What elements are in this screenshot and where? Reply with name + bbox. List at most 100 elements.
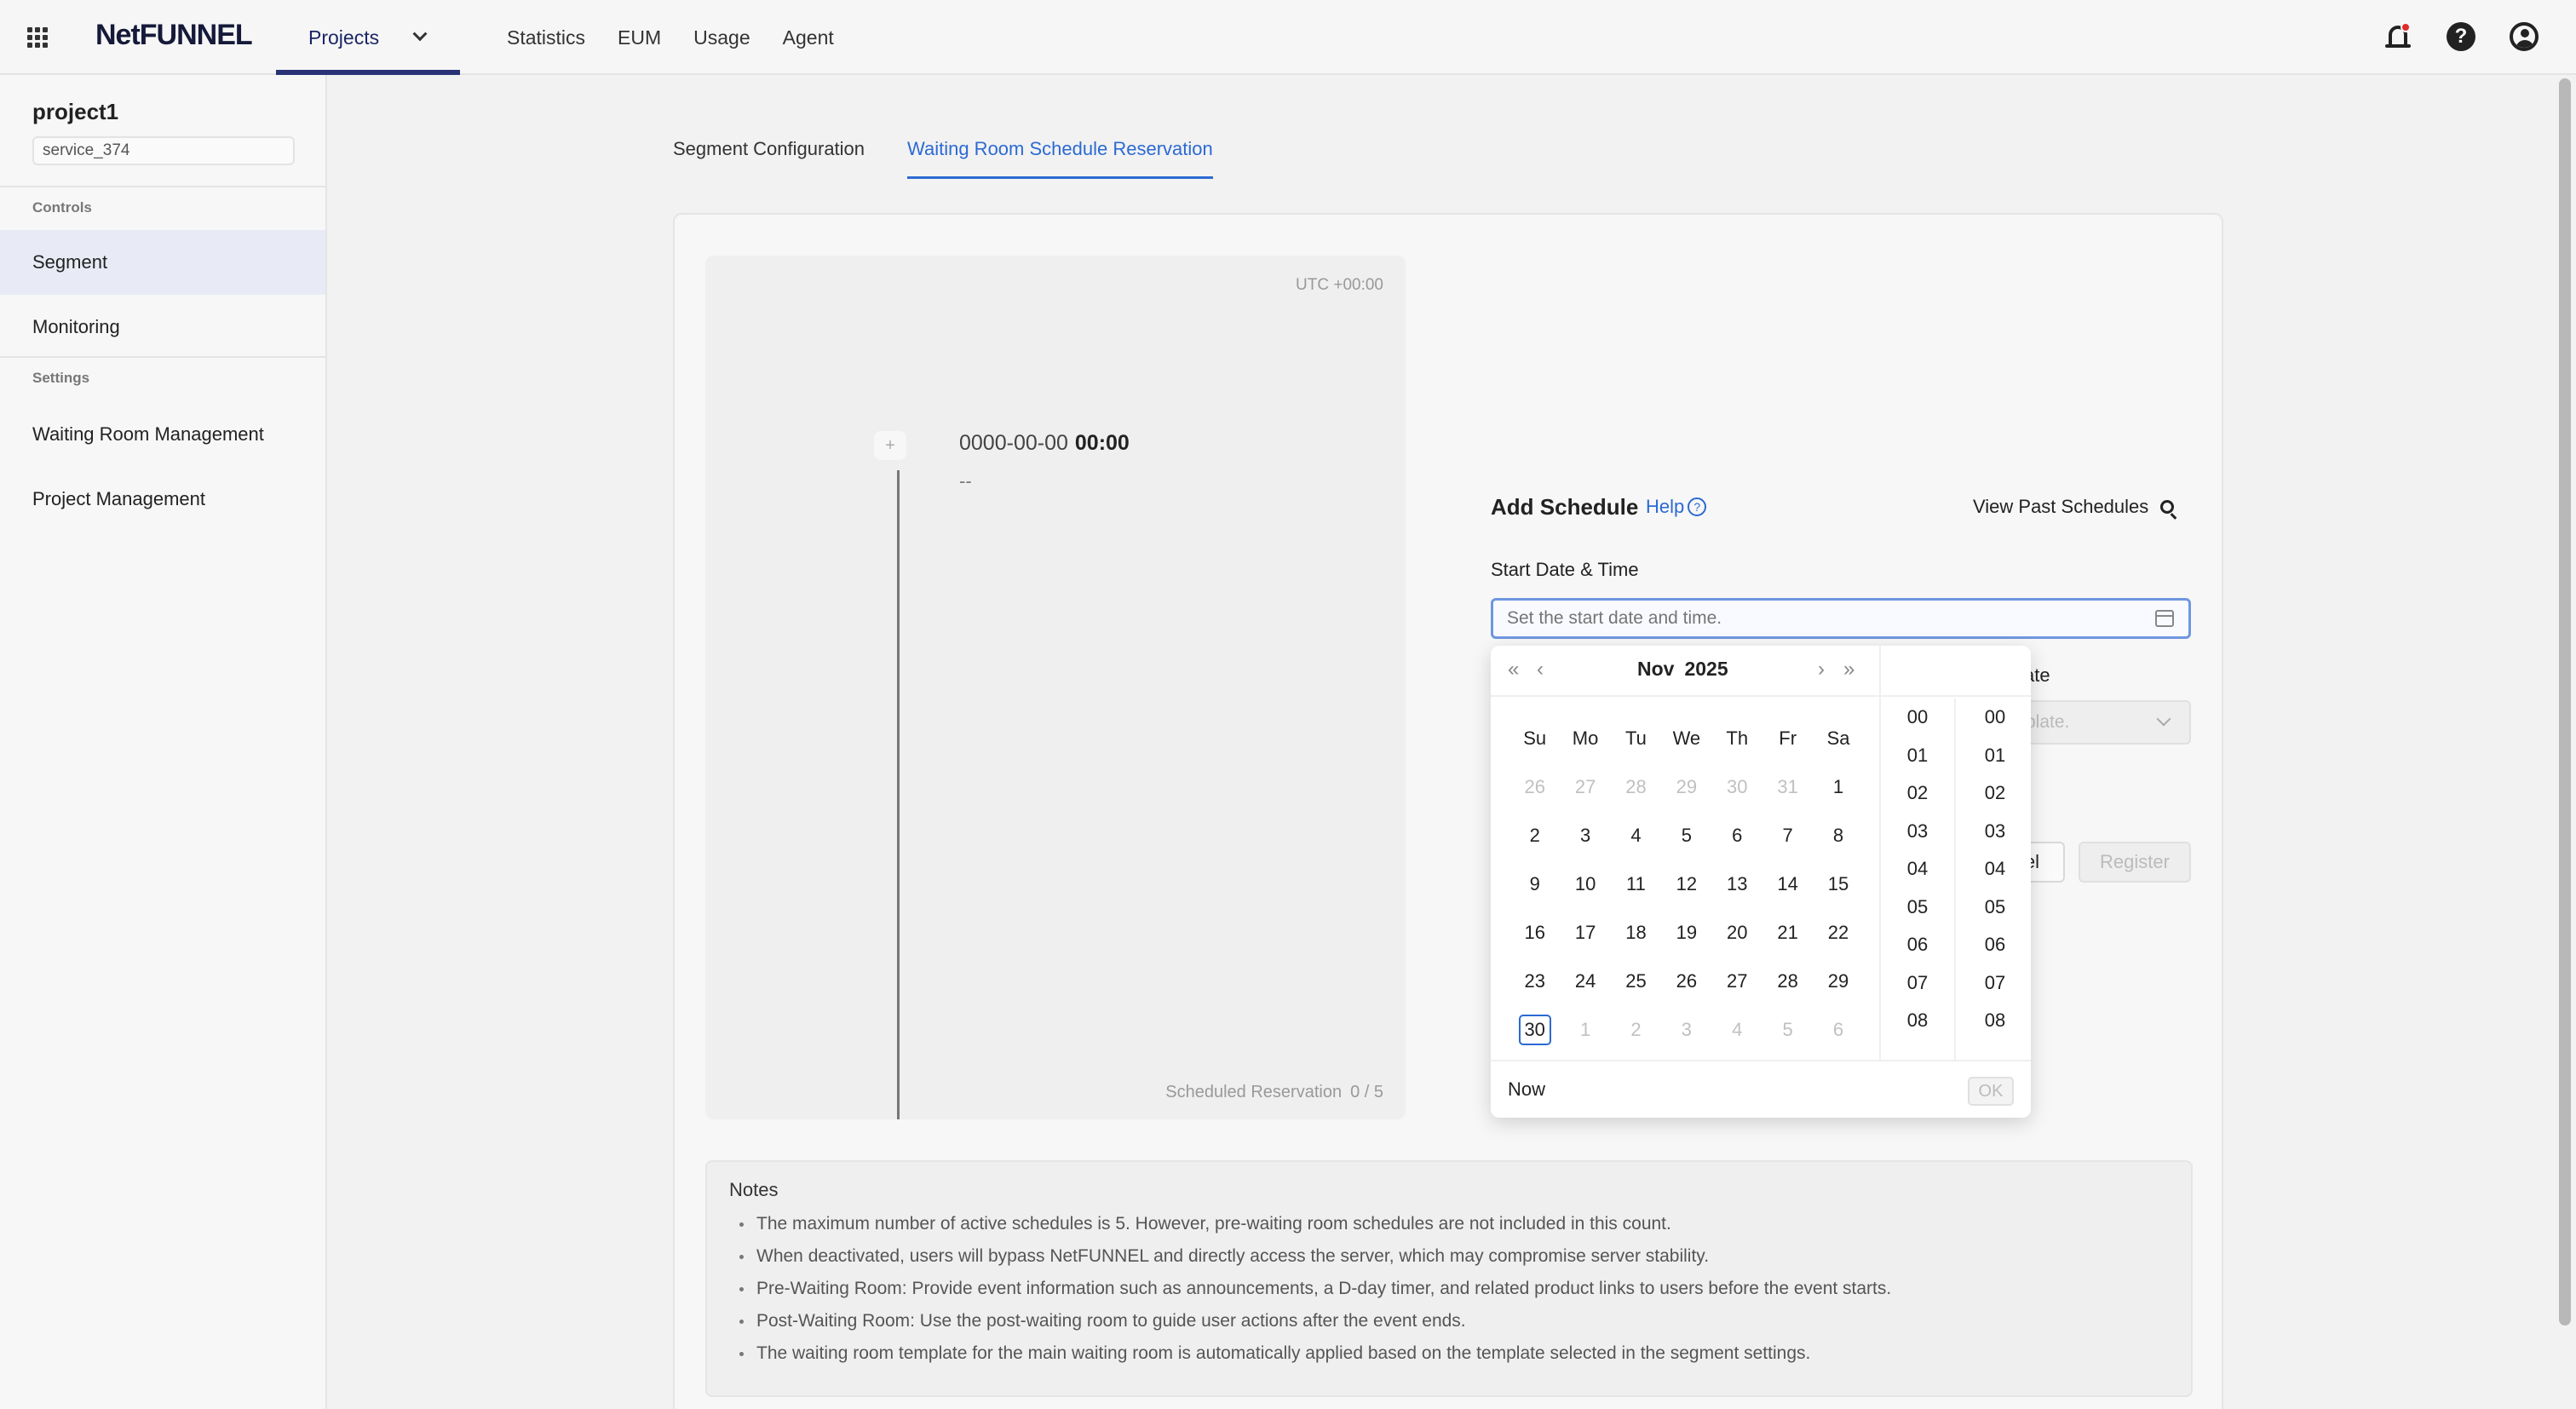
calendar-day[interactable]: 14: [1762, 873, 1813, 895]
calendar-day[interactable]: 26: [1509, 776, 1560, 798]
nav-usage[interactable]: Usage: [677, 0, 766, 75]
calendar-day[interactable]: 1: [1813, 776, 1863, 798]
calendar-day[interactable]: 10: [1560, 873, 1610, 895]
calendar-day[interactable]: 6: [1712, 825, 1762, 847]
minute-option[interactable]: 00: [1958, 699, 2033, 737]
minute-option[interactable]: 01: [1958, 737, 2033, 775]
calendar-day[interactable]: 4: [1712, 1019, 1762, 1041]
help-link[interactable]: Help?: [1646, 496, 1707, 518]
calendar-day[interactable]: 8: [1813, 825, 1863, 847]
project-name[interactable]: project1: [32, 99, 118, 125]
service-selector[interactable]: service_374: [32, 136, 295, 165]
apps-grid-icon[interactable]: [27, 27, 48, 48]
calendar-day[interactable]: 20: [1712, 922, 1762, 944]
nav-agent[interactable]: Agent: [767, 0, 850, 75]
minute-option[interactable]: 05: [1958, 889, 2033, 927]
minute-option[interactable]: 06: [1958, 926, 2033, 964]
chevron-left-icon[interactable]: ‹: [1537, 658, 1544, 681]
minute-column[interactable]: 00 01 02 03 04 05 06 07 08: [1958, 699, 2033, 1060]
minute-option[interactable]: 04: [1958, 850, 2033, 889]
month-label[interactable]: Nov: [1637, 658, 1674, 680]
calendar-day-number: 7: [1782, 824, 1793, 846]
calendar-day[interactable]: 30: [1712, 776, 1762, 798]
plus-icon: +: [874, 431, 906, 460]
chevron-right-icon[interactable]: ›: [1818, 658, 1825, 681]
timeline-entry-detail: --: [959, 470, 972, 492]
view-past-schedules-button[interactable]: View Past Schedules: [1973, 496, 2175, 518]
calendar-day[interactable]: 29: [1813, 970, 1863, 992]
calendar-day[interactable]: 12: [1661, 873, 1711, 895]
calendar-day[interactable]: 6: [1813, 1019, 1863, 1041]
calendar-day[interactable]: 28: [1762, 970, 1813, 992]
minute-option[interactable]: 03: [1958, 813, 2033, 851]
nav-statistics[interactable]: Statistics: [491, 0, 601, 75]
calendar-day[interactable]: 11: [1611, 873, 1661, 895]
calendar-day[interactable]: 27: [1560, 776, 1610, 798]
calendar-day[interactable]: 26: [1661, 970, 1711, 992]
calendar-icon[interactable]: [2155, 610, 2174, 627]
sidebar-item-waiting-room-management[interactable]: Waiting Room Management: [0, 402, 325, 467]
calendar-day[interactable]: 18: [1611, 922, 1661, 944]
ok-button[interactable]: OK: [1968, 1077, 2014, 1106]
divider: [0, 186, 327, 187]
register-button[interactable]: Register: [2079, 842, 2191, 883]
sidebar-item-monitoring[interactable]: Monitoring: [0, 295, 325, 359]
help-icon[interactable]: ?: [2445, 20, 2477, 53]
hour-option[interactable]: 03: [1881, 813, 1954, 851]
calendar-day[interactable]: 7: [1762, 825, 1813, 847]
calendar-day[interactable]: 2: [1611, 1019, 1661, 1041]
calendar-day[interactable]: 31: [1762, 776, 1813, 798]
calendar-day[interactable]: 30: [1509, 1014, 1560, 1045]
calendar-day[interactable]: 4: [1611, 825, 1661, 847]
scrollbar-thumb[interactable]: [2559, 78, 2571, 1326]
minute-option[interactable]: 07: [1958, 964, 2033, 1003]
calendar-day[interactable]: 19: [1661, 922, 1711, 944]
hour-option[interactable]: 04: [1881, 850, 1954, 889]
calendar-day[interactable]: 16: [1509, 922, 1560, 944]
minute-option[interactable]: 02: [1958, 774, 2033, 813]
hour-option[interactable]: 06: [1881, 926, 1954, 964]
sidebar-item-project-management[interactable]: Project Management: [0, 467, 325, 532]
calendar-day[interactable]: 23: [1509, 970, 1560, 992]
calendar-day[interactable]: 15: [1813, 873, 1863, 895]
hour-option[interactable]: 08: [1881, 1002, 1954, 1040]
now-button[interactable]: Now: [1508, 1078, 1545, 1101]
calendar-day[interactable]: 3: [1661, 1019, 1711, 1041]
minute-option[interactable]: 08: [1958, 1002, 2033, 1040]
calendar-day[interactable]: 5: [1661, 825, 1711, 847]
calendar-day[interactable]: 28: [1611, 776, 1661, 798]
calendar-day[interactable]: 13: [1712, 873, 1762, 895]
calendar-day[interactable]: 1: [1560, 1019, 1610, 1041]
double-chevron-left-icon[interactable]: «: [1508, 658, 1519, 681]
calendar-day[interactable]: 27: [1712, 970, 1762, 992]
year-label[interactable]: 2025: [1684, 658, 1728, 680]
hour-option[interactable]: 01: [1881, 737, 1954, 775]
calendar-day[interactable]: 17: [1560, 922, 1610, 944]
month-year-label[interactable]: Nov 2025: [1637, 658, 1728, 681]
calendar-day[interactable]: 5: [1762, 1019, 1813, 1041]
hour-option[interactable]: 00: [1881, 699, 1954, 737]
calendar-day[interactable]: 3: [1560, 825, 1610, 847]
hour-option[interactable]: 07: [1881, 964, 1954, 1003]
calendar-day[interactable]: 24: [1560, 970, 1610, 992]
timeline-time: 00:00: [1074, 431, 1130, 455]
bell-icon[interactable]: [2382, 20, 2414, 53]
nav-projects[interactable]: Projects: [276, 0, 460, 75]
hour-option[interactable]: 05: [1881, 889, 1954, 927]
app-logo[interactable]: NetFUNNEL: [95, 19, 253, 52]
double-chevron-right-icon[interactable]: »: [1843, 658, 1854, 681]
calendar-day[interactable]: 25: [1611, 970, 1661, 992]
tab-segment-configuration[interactable]: Segment Configuration: [673, 136, 865, 179]
hour-option[interactable]: 02: [1881, 774, 1954, 813]
calendar-day[interactable]: 2: [1509, 825, 1560, 847]
start-datetime-input[interactable]: [1491, 598, 2191, 639]
nav-eum[interactable]: EUM: [601, 0, 677, 75]
calendar-day[interactable]: 21: [1762, 922, 1813, 944]
account-icon[interactable]: [2508, 20, 2540, 53]
sidebar-item-segment[interactable]: Segment: [0, 230, 325, 295]
calendar-day[interactable]: 29: [1661, 776, 1711, 798]
tab-schedule-reservation[interactable]: Waiting Room Schedule Reservation: [907, 136, 1213, 179]
calendar-day[interactable]: 22: [1813, 922, 1863, 944]
calendar-day[interactable]: 9: [1509, 873, 1560, 895]
hour-column[interactable]: 00 01 02 03 04 05 06 07 08: [1881, 699, 1956, 1060]
